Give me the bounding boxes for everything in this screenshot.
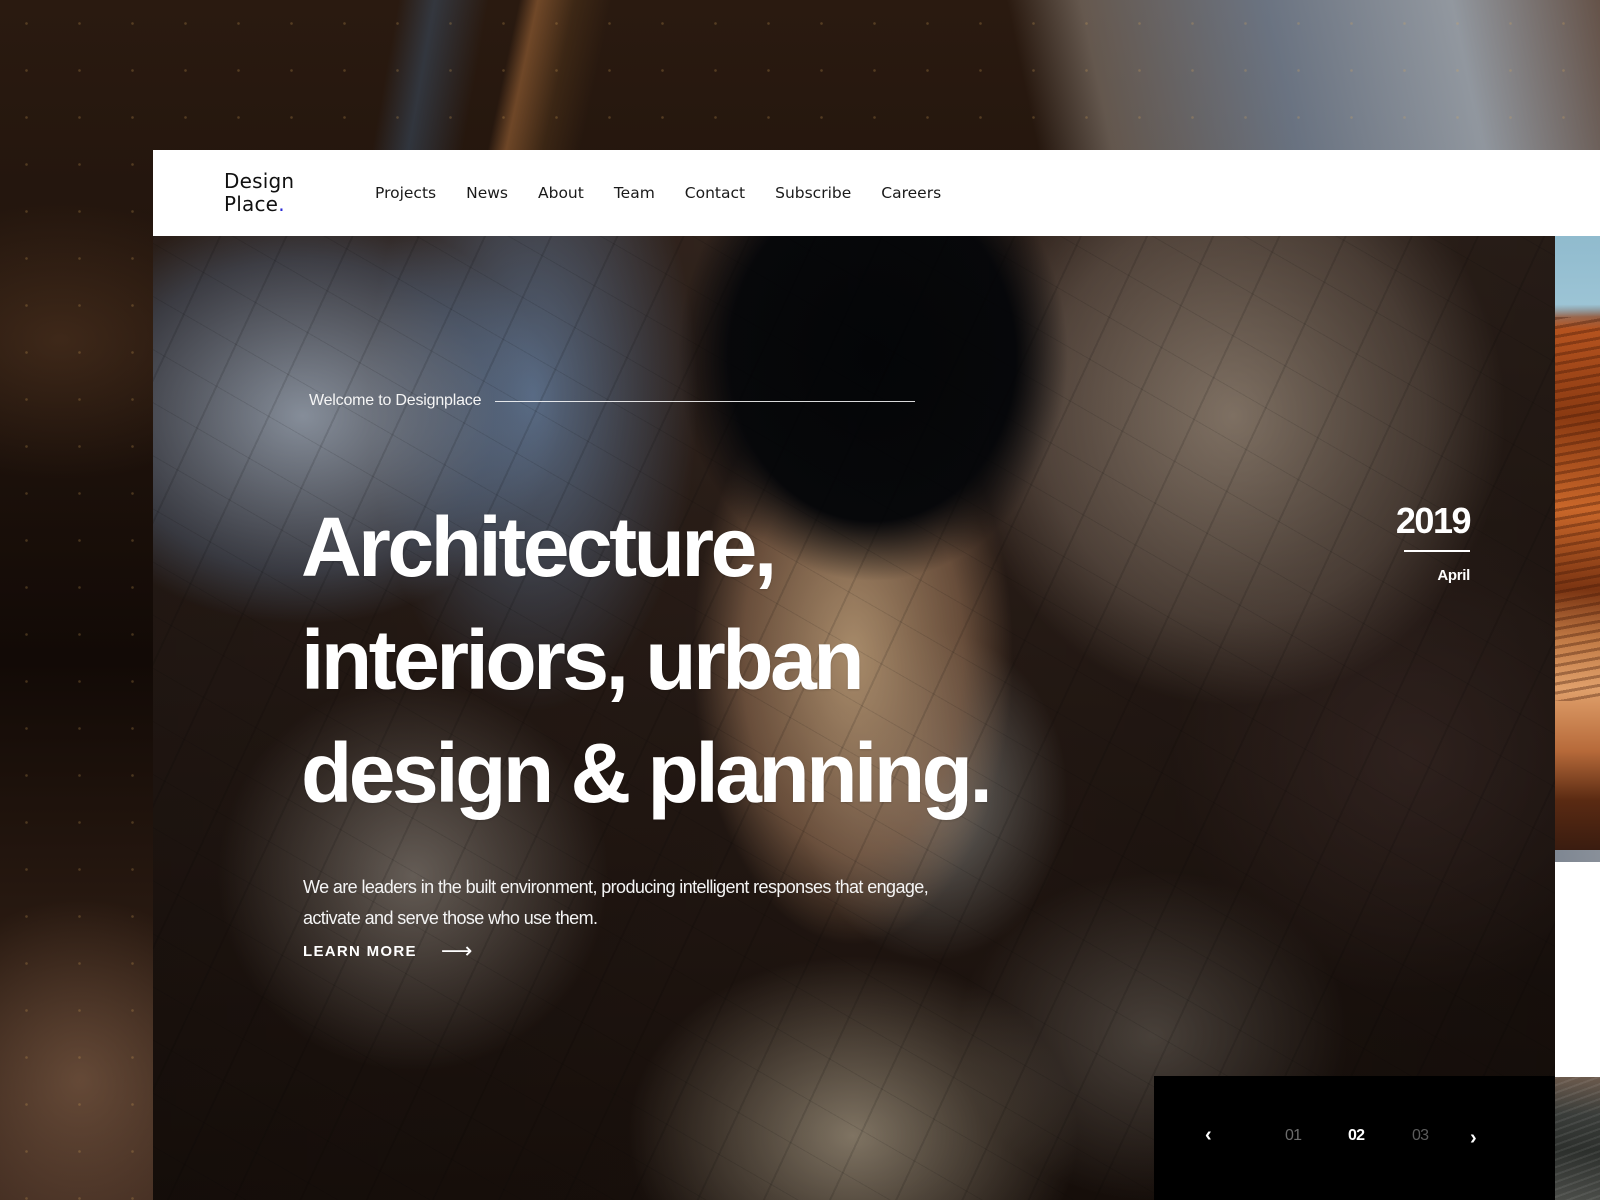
headline-line-2: interiors, urban bbox=[301, 613, 865, 707]
date-year: 2019 bbox=[1395, 500, 1472, 541]
nav-item-subscribe[interactable]: Subscribe bbox=[775, 184, 851, 202]
main-nav: Projects News About Team Contact Subscri… bbox=[375, 184, 971, 202]
logo-line-1: Design bbox=[224, 169, 295, 193]
learn-more-link[interactable]: LEARN MORE ⟶ bbox=[303, 940, 472, 962]
nav-item-about[interactable]: About bbox=[538, 184, 584, 202]
main-frame: Design Place. Projects News About Team C… bbox=[153, 150, 1600, 1200]
chevron-right-icon[interactable]: › bbox=[1470, 1128, 1477, 1148]
eyebrow-divider bbox=[495, 400, 916, 402]
logo[interactable]: Design Place. bbox=[224, 170, 354, 216]
nav-item-projects[interactable]: Projects bbox=[375, 184, 436, 202]
logo-dot: . bbox=[278, 192, 285, 216]
slide-indicator-01[interactable]: 01 bbox=[1285, 1127, 1302, 1145]
slider-controls: ‹ 01 02 03 › bbox=[1154, 1076, 1555, 1200]
slide-indicator-02-active[interactable]: 02 bbox=[1348, 1127, 1365, 1145]
date-divider bbox=[1404, 550, 1470, 552]
hero-section: Welcome to Designplace Architecture, int… bbox=[153, 236, 1555, 1200]
hero-content: Welcome to Designplace Architecture, int… bbox=[153, 236, 1555, 1200]
learn-more-label: LEARN MORE bbox=[303, 942, 417, 960]
nav-item-contact[interactable]: Contact bbox=[685, 184, 745, 202]
headline-line-1: Architecture, bbox=[301, 500, 777, 594]
nav-item-news[interactable]: News bbox=[466, 184, 508, 202]
hero-date: 2019 April bbox=[1395, 500, 1472, 585]
site-header: Design Place. Projects News About Team C… bbox=[153, 150, 1600, 236]
nav-item-careers[interactable]: Careers bbox=[881, 184, 941, 202]
date-month: April bbox=[1437, 567, 1470, 584]
arrow-right-icon: ⟶ bbox=[440, 938, 473, 963]
nav-item-team[interactable]: Team bbox=[614, 184, 655, 202]
eyebrow-text: Welcome to Designplace bbox=[309, 392, 482, 409]
side-panel bbox=[1555, 862, 1600, 1077]
side-rocks-image bbox=[1555, 1077, 1600, 1200]
hero-headline: Architecture, interiors, urban design & … bbox=[301, 491, 1021, 830]
logo-text: Place bbox=[224, 192, 279, 216]
headline-line-3: design & planning. bbox=[301, 726, 993, 820]
logo-line-2: Place. bbox=[224, 193, 354, 216]
slide-indicator-03[interactable]: 03 bbox=[1412, 1127, 1429, 1145]
chevron-left-icon[interactable]: ‹ bbox=[1205, 1125, 1212, 1145]
hero-lead-text: We are leaders in the built environment,… bbox=[303, 877, 929, 928]
hero-eyebrow: Welcome to Designplace bbox=[309, 392, 916, 410]
next-slide-preview-image bbox=[1555, 230, 1600, 850]
